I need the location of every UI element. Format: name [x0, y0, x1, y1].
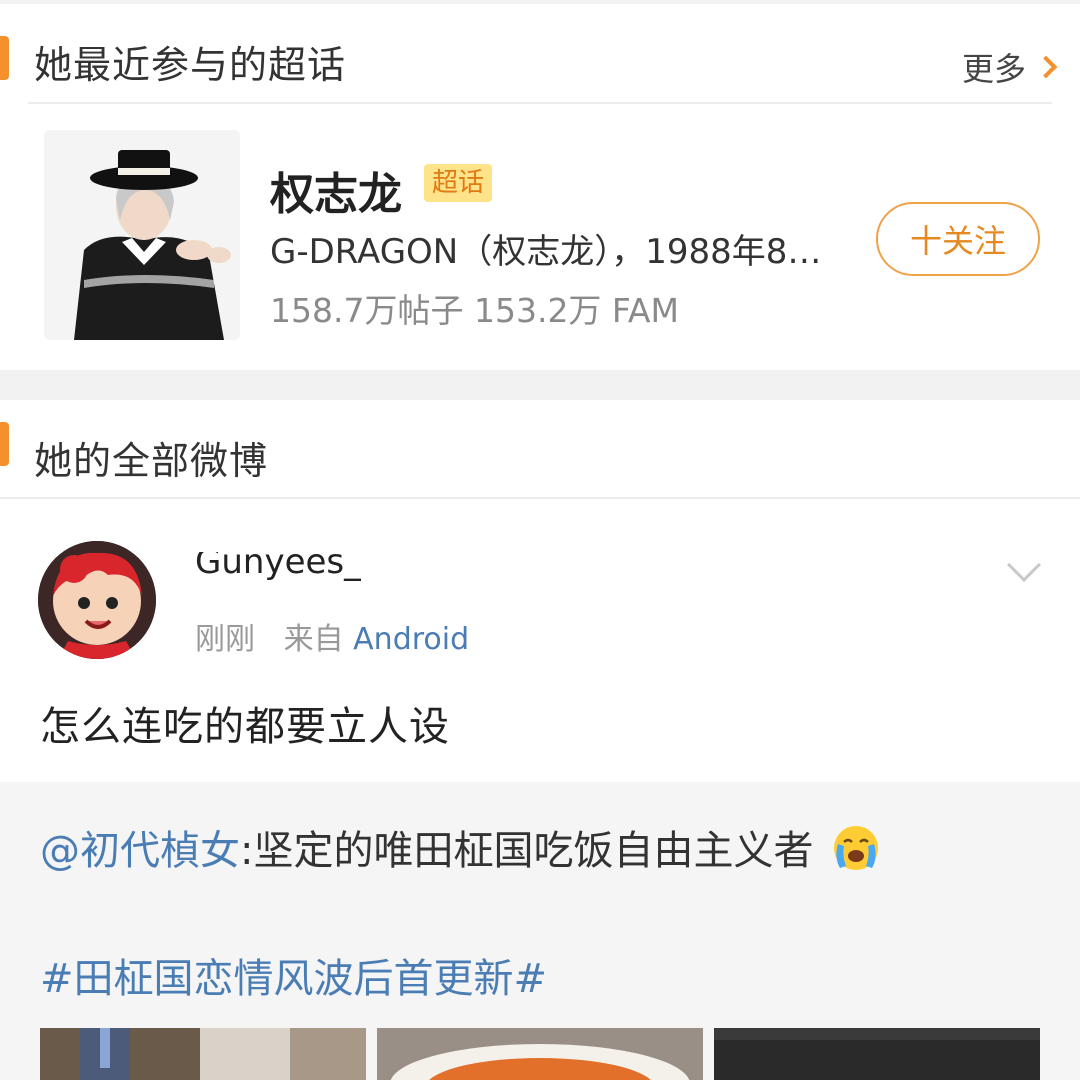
section-accent-bar — [0, 36, 9, 80]
all-posts-section: 她的全部微博 — [0, 400, 1080, 500]
photo-image — [714, 1028, 1040, 1080]
divider — [28, 102, 1052, 104]
topic-description: G-DRAGON（权志龙），1988年8… — [270, 232, 822, 272]
more-label: 更多 — [961, 50, 1026, 88]
hashtag-link[interactable]: #田柾国恋情风波后首更新# — [40, 946, 547, 1004]
avatar[interactable] — [38, 541, 156, 659]
gdragon-photo — [44, 130, 240, 340]
divider — [0, 497, 1080, 499]
section-accent-bar — [0, 422, 9, 466]
section-title: 她的全部微博 — [34, 439, 269, 483]
repost-line: @初代楨女:坚定的唯田柾国吃饭自由主义者 — [40, 818, 882, 876]
topic-stats: 158.7万帖子 153.2万 FAM — [270, 291, 679, 330]
super-topic-badge: 超话 — [424, 164, 493, 202]
chevron-down-icon[interactable] — [1007, 548, 1041, 582]
section-gap — [0, 370, 1080, 400]
post-meta: 刚刚 来自 Android — [195, 614, 469, 658]
source-prefix: 来自 — [283, 622, 344, 657]
post-source[interactable]: Android — [353, 622, 469, 657]
section-title: 她最近参与的超话 — [34, 43, 347, 87]
follow-label: 十关注 — [909, 222, 1006, 260]
chevron-right-icon — [1034, 55, 1058, 79]
more-link[interactable]: 更多 — [961, 44, 1058, 90]
crying-face-icon — [834, 826, 879, 870]
photo-thumbnail[interactable] — [40, 1028, 366, 1080]
post-time: 刚刚 — [195, 622, 255, 657]
follow-button[interactable]: 十关注 — [876, 202, 1040, 276]
repost-text: :坚定的唯田柾国吃饭自由主义者 — [240, 828, 814, 874]
topic-name[interactable]: 权志龙 — [270, 158, 402, 222]
username[interactable]: Gunyees_ — [195, 552, 361, 592]
post-text: 怎么连吃的都要立人设 — [40, 704, 450, 750]
photo-thumbnail[interactable] — [377, 1028, 703, 1080]
photo-image — [377, 1028, 703, 1080]
topic-thumbnail[interactable] — [44, 130, 240, 340]
photo-thumbnail[interactable] — [714, 1028, 1040, 1080]
photo-image — [40, 1028, 366, 1080]
repost-mention[interactable]: @初代楨女 — [40, 828, 240, 874]
cartoon-avatar — [38, 541, 156, 659]
